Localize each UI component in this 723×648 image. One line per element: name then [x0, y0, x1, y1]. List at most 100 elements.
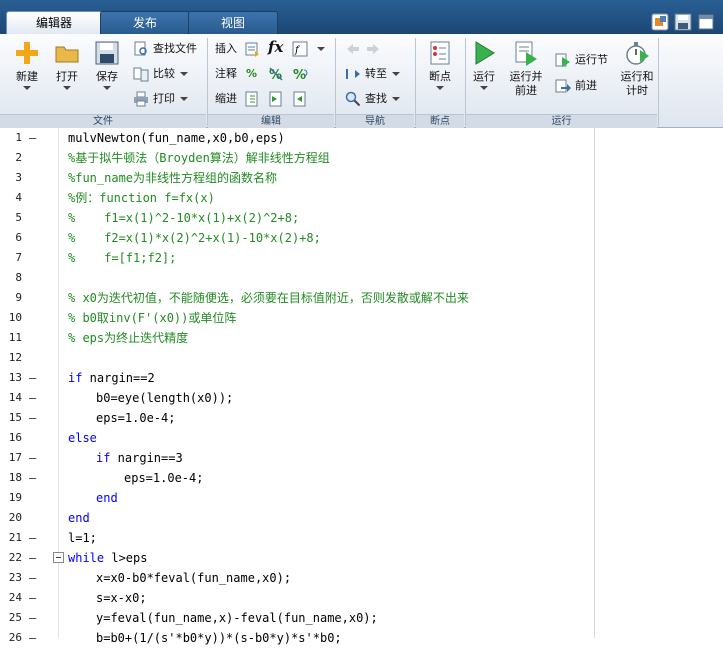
executable-marker[interactable]: —: [29, 448, 38, 468]
executable-marker[interactable]: —: [29, 408, 38, 428]
code-line[interactable]: 25 — y=feval(fun_name,x)-feval(fun_name,x0…: [0, 608, 594, 628]
tab-view[interactable]: 视图: [188, 11, 278, 35]
wrap-comment-icon: %: [293, 68, 308, 82]
code-line[interactable]: 14 — b0=eye(length(x0));: [0, 388, 594, 408]
code-text: %例：function f=fx(x): [68, 191, 215, 205]
save-icon[interactable]: [674, 13, 692, 31]
code-line[interactable]: 1 — mulvNewton(fun_name,x0,b0,eps): [0, 128, 594, 148]
code-line[interactable]: 3 %fun_name为非线性方程组的函数名称: [0, 168, 594, 188]
code-line[interactable]: 2 %基于拟牛顿法（Broyden算法）解非线性方程组: [0, 148, 594, 168]
code-line[interactable]: 7 % f=[f1;f2];: [0, 248, 594, 268]
chevron-down-icon: [103, 86, 111, 90]
chevron-down-icon: [392, 97, 400, 101]
wrap-comment-button[interactable]: %: [292, 65, 312, 83]
code-line[interactable]: 10 % b0取inv(F'(x0))或单位阵: [0, 308, 594, 328]
find-button[interactable]: 查找: [345, 90, 400, 108]
code-line[interactable]: 5 % f1=x(1)^2-10*x(1)+x(2)^2+8;: [0, 208, 594, 228]
executable-marker[interactable]: —: [29, 468, 38, 488]
smart-indent-button[interactable]: [244, 90, 264, 108]
tab-publish[interactable]: 发布: [100, 11, 190, 35]
line-number: 12: [8, 351, 22, 364]
line-number: 7: [15, 251, 22, 264]
code-line[interactable]: 26 — b=b0+(1/(s'*b0*y))*(s-b0*y)*s'*b0;: [0, 628, 594, 648]
breakpoints-button[interactable]: 断点: [420, 40, 460, 90]
indent-label: 缩进: [215, 92, 237, 105]
comment-button[interactable]: 注释: [215, 65, 237, 83]
executable-marker[interactable]: —: [29, 608, 38, 628]
decrease-indent-button[interactable]: [268, 90, 288, 108]
goto-button[interactable]: 转至: [345, 65, 400, 83]
executable-marker[interactable]: —: [29, 528, 38, 548]
code-text: if nargin==3: [96, 451, 183, 465]
insert-button[interactable]: 插入: [215, 40, 237, 58]
indent-button[interactable]: 缩进: [215, 90, 237, 108]
increase-indent-button[interactable]: [292, 90, 312, 108]
run-button[interactable]: 运行: [467, 40, 501, 90]
fold-toggle-icon[interactable]: [53, 552, 64, 563]
advance-button[interactable]: 前进: [555, 77, 597, 95]
smart-indent-icon: [245, 91, 258, 107]
group-separator: [335, 38, 336, 126]
code-line[interactable]: 8: [0, 268, 594, 288]
executable-marker[interactable]: —: [29, 128, 38, 148]
code-line[interactable]: 16 else: [0, 428, 594, 448]
app-icon[interactable]: [651, 13, 669, 31]
code-line[interactable]: 23 — x=x0-b0*feval(fun_name,x0);: [0, 568, 594, 588]
save-button[interactable]: 保存: [88, 40, 126, 90]
executable-marker[interactable]: —: [29, 388, 38, 408]
open-label: 打开: [56, 70, 78, 83]
insert-function-button[interactable]: fx: [268, 38, 283, 56]
code-line[interactable]: 9 % x0为迭代初值，不能随便选，必须要在目标值附近，否则发散或解不出来: [0, 288, 594, 308]
line-number: 21: [8, 531, 22, 544]
code-line[interactable]: 12: [0, 348, 594, 368]
printer-icon: [134, 91, 148, 107]
executable-marker[interactable]: —: [29, 368, 38, 388]
run-and-advance-button[interactable]: 运行并 前进: [505, 40, 547, 98]
code-line[interactable]: 18 — eps=1.0e-4;: [0, 468, 594, 488]
code-text: b0=eye(length(x0));: [96, 391, 234, 405]
code-text: l=1;: [68, 531, 97, 545]
line-number: 26: [8, 631, 22, 644]
find-file-button[interactable]: 查找文件: [133, 40, 197, 58]
tab-editor[interactable]: 编辑器: [6, 11, 102, 36]
code-line[interactable]: 22 — while l>eps: [0, 548, 594, 568]
window-icon[interactable]: [697, 13, 715, 31]
executable-marker[interactable]: —: [29, 588, 38, 608]
code-line[interactable]: 24 — s=x-x0;: [0, 588, 594, 608]
line-number: 17: [8, 451, 22, 464]
goto-label: 转至: [365, 67, 387, 80]
back-forward-buttons[interactable]: [345, 40, 385, 58]
run-section-icon: [555, 53, 570, 67]
comment-percent-icon[interactable]: %: [246, 65, 257, 83]
code-line[interactable]: 15 — eps=1.0e-4;: [0, 408, 594, 428]
code-line[interactable]: 19 end: [0, 488, 594, 508]
toolstrip-tab-bar: 编辑器 发布 视图: [0, 0, 723, 36]
print-button[interactable]: 打印: [133, 90, 188, 108]
code-line[interactable]: 21 — l=1;: [0, 528, 594, 548]
executable-marker[interactable]: —: [29, 628, 38, 648]
executable-marker[interactable]: —: [29, 548, 38, 568]
line-number: 18: [8, 471, 22, 484]
new-button[interactable]: 新建: [6, 40, 48, 90]
group-separator: [465, 38, 466, 126]
code-text: while l>eps: [68, 551, 148, 565]
insert-fx-button[interactable]: f: [292, 40, 325, 58]
code-line[interactable]: 20 end: [0, 508, 594, 528]
code-line[interactable]: 11 % eps为终止迭代精度: [0, 328, 594, 348]
line-number: 14: [8, 391, 22, 404]
executable-marker[interactable]: —: [29, 568, 38, 588]
insert-section-button[interactable]: [244, 40, 264, 58]
breakpoint-icon: [430, 41, 450, 65]
code-line[interactable]: 13 — if nargin==2: [0, 368, 594, 388]
compare-button[interactable]: 比较: [133, 65, 188, 83]
code-text: % f=[f1;f2];: [68, 251, 177, 265]
uncomment-button[interactable]: %: [268, 65, 288, 83]
run-section-button[interactable]: 运行节: [555, 51, 608, 69]
increase-indent-icon: [293, 91, 306, 107]
code-line[interactable]: 4 %例：function f=fx(x): [0, 188, 594, 208]
run-and-time-button[interactable]: 运行和 计时: [615, 40, 659, 98]
group-separator: [207, 38, 208, 126]
code-line[interactable]: 6 % f2=x(1)*x(2)^2+x(1)-10*x(2)+8;: [0, 228, 594, 248]
open-button[interactable]: 打开: [48, 40, 86, 90]
code-line[interactable]: 17 — if nargin==3: [0, 448, 594, 468]
